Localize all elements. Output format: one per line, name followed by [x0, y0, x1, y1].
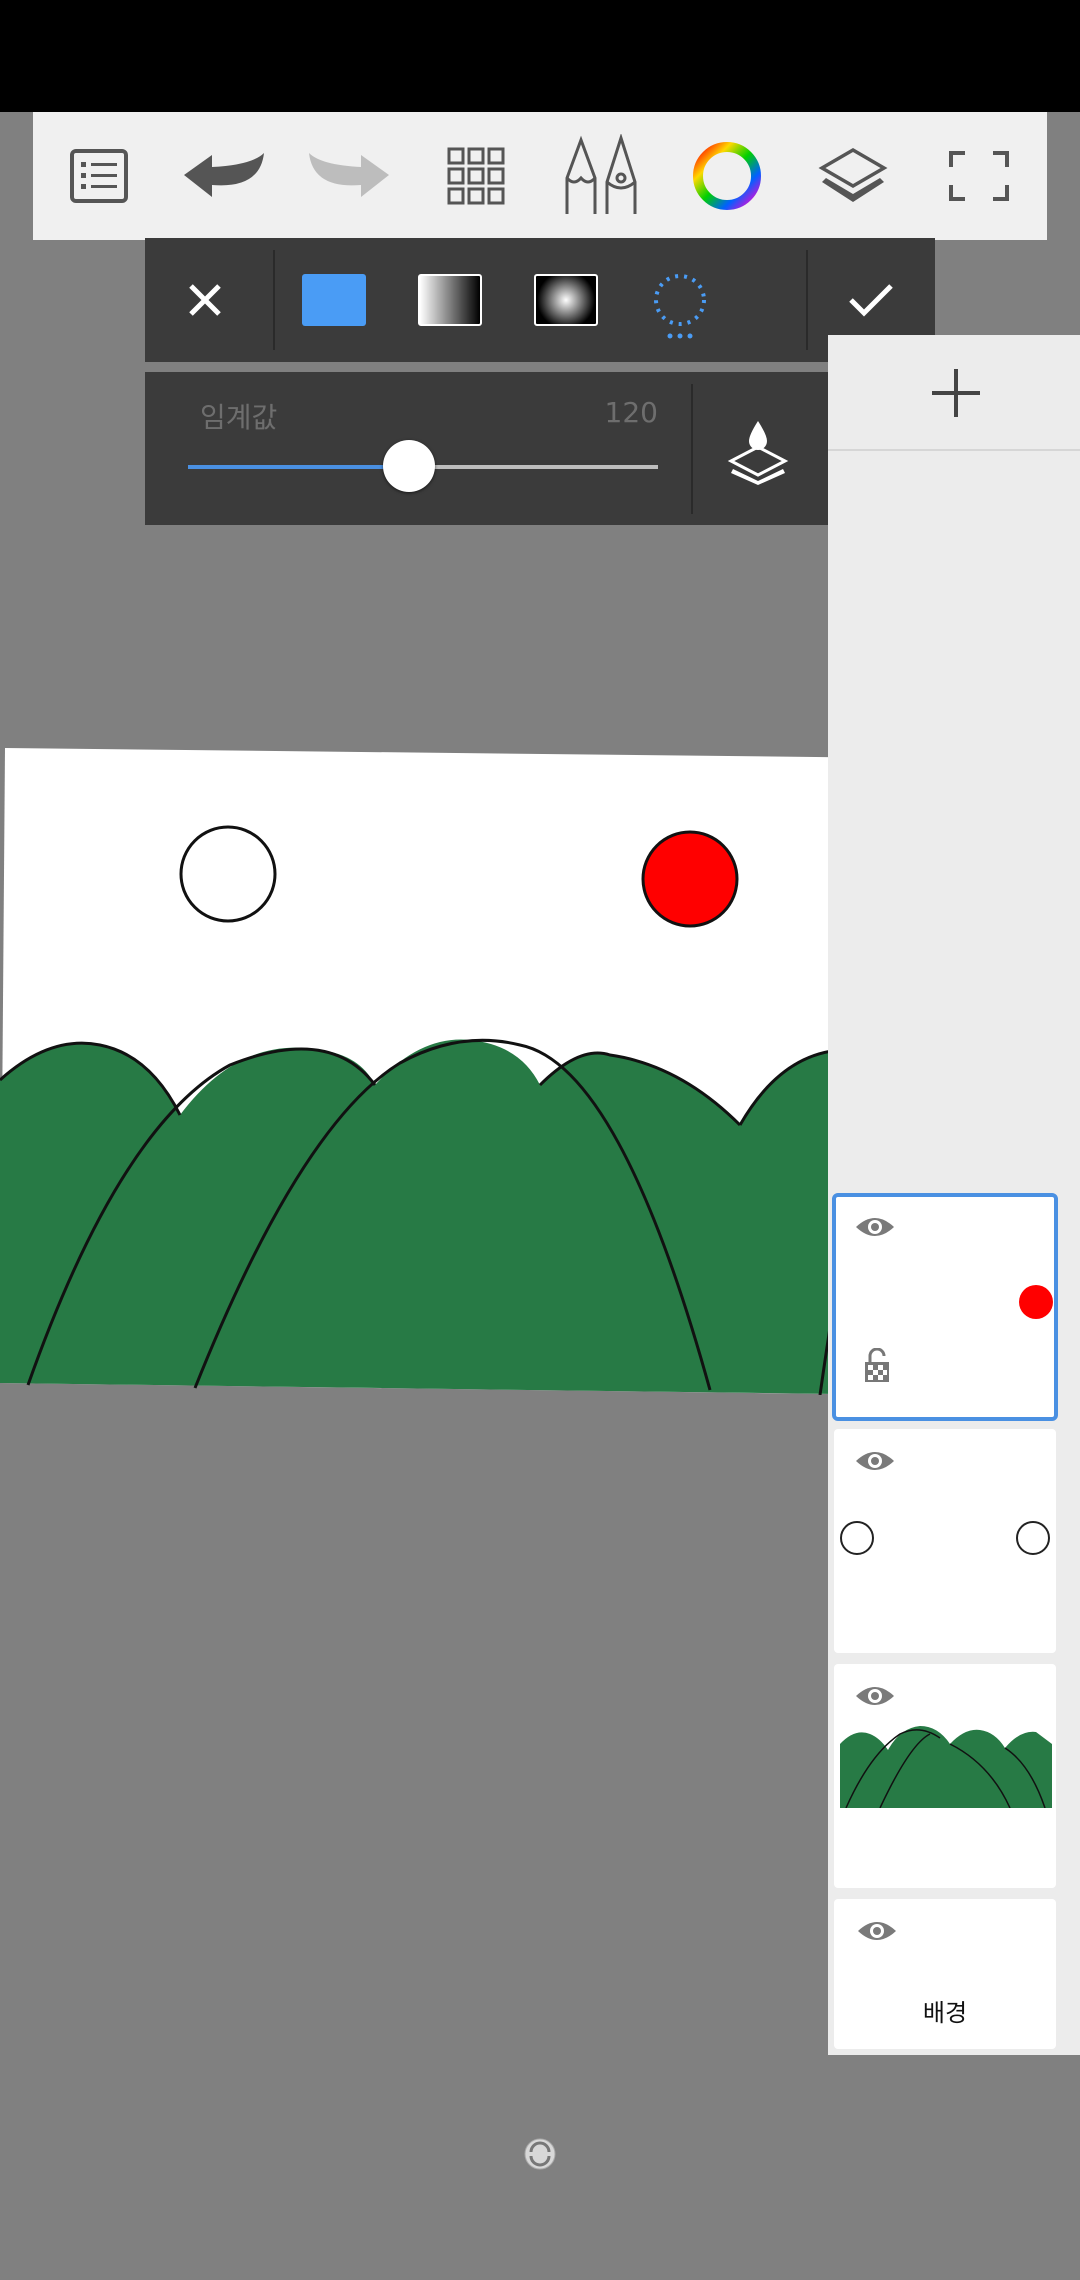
list-icon [70, 149, 128, 203]
alpha-lock-icon[interactable] [862, 1348, 892, 1384]
threshold-slider[interactable] [188, 440, 658, 492]
top-toolbar [33, 112, 1047, 240]
check-icon [849, 284, 893, 317]
linear-gradient-mode-button[interactable] [418, 274, 482, 326]
layer-thumb-hills [840, 1726, 1052, 1808]
layer-item-background[interactable]: 배경 [834, 1899, 1056, 2049]
layer-thumb-red-dot [1019, 1285, 1053, 1319]
close-button[interactable] [175, 270, 235, 330]
plus-icon [932, 369, 980, 417]
list-menu-button[interactable] [39, 112, 159, 240]
hills [0, 1038, 910, 1395]
threshold-panel: 임계값 120 [145, 372, 935, 525]
red-sun [641, 830, 739, 928]
layers-button[interactable] [793, 112, 913, 240]
layers-header [828, 335, 1080, 451]
color-button[interactable] [667, 112, 787, 240]
close-icon [189, 284, 221, 316]
visibility-eye-icon[interactable] [856, 1917, 898, 1945]
magic-select-mode-button[interactable] [648, 270, 712, 339]
redo-icon [309, 153, 389, 197]
undo-button[interactable] [164, 112, 284, 240]
undo-icon [184, 153, 264, 197]
threshold-label: 임계값 [200, 401, 278, 434]
add-layer-button[interactable] [928, 365, 984, 421]
threshold-slider-fill [188, 465, 409, 469]
threshold-slider-thumb[interactable] [382, 440, 435, 492]
fullscreen-button[interactable] [919, 112, 1039, 240]
layers-panel: 배경 [828, 335, 1080, 2055]
white-circle [179, 825, 277, 923]
reference-layer-button[interactable] [713, 412, 803, 492]
layers-icon [818, 147, 888, 202]
color-wheel-icon [693, 142, 761, 210]
layer-item[interactable] [834, 1429, 1056, 1653]
layer-item[interactable] [832, 1193, 1058, 1421]
solid-fill-mode-button[interactable] [302, 274, 366, 326]
status-bar [0, 0, 1080, 112]
visibility-eye-icon[interactable] [854, 1447, 896, 1475]
magic-select-icon [654, 274, 706, 339]
rotate-reset-icon[interactable] [523, 2137, 557, 2171]
layer-thumb-circle-right [1016, 1521, 1050, 1555]
layer-name: 배경 [922, 1999, 968, 2027]
visibility-eye-icon[interactable] [854, 1213, 896, 1241]
threshold-value: 120 [604, 396, 658, 429]
fullscreen-icon [949, 151, 1009, 201]
brush-pen-icon [565, 134, 637, 214]
drop-layers-icon [727, 421, 789, 485]
visibility-eye-icon[interactable] [854, 1682, 896, 1710]
grid-button[interactable] [416, 112, 536, 240]
fill-options-bar [145, 238, 935, 362]
confirm-button[interactable] [841, 270, 901, 330]
grid-icon [447, 147, 505, 205]
drawing-canvas[interactable] [0, 745, 910, 1395]
redo-button[interactable] [289, 112, 409, 240]
layer-item[interactable] [834, 1664, 1056, 1888]
layer-thumb-circle-left [840, 1521, 874, 1555]
radial-gradient-mode-button[interactable] [534, 274, 598, 326]
brush-button[interactable] [541, 112, 661, 240]
